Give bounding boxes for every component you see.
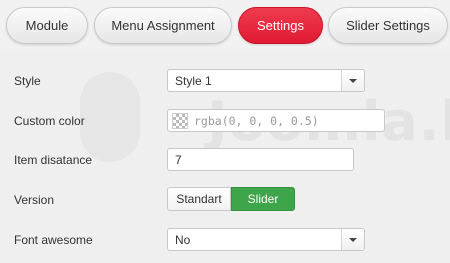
version-label: Version — [14, 193, 55, 207]
tab-module[interactable]: Module — [6, 7, 88, 44]
custom-color-field[interactable]: rgba(0, 0, 0, 0.5) — [167, 109, 385, 132]
tab-menu-assignment[interactable]: Menu Assignment — [94, 7, 232, 44]
font-awesome-select-value: No — [175, 232, 191, 247]
item-distance-label: Item disatance — [14, 153, 93, 167]
chevron-down-icon[interactable] — [341, 70, 364, 91]
chevron-down-icon[interactable] — [341, 229, 364, 250]
custom-color-label: Custom color — [14, 114, 85, 128]
tab-bar: Module Menu Assignment Settings Slider S… — [0, 0, 450, 52]
version-slider-button[interactable]: Slider — [231, 187, 295, 211]
tab-settings[interactable]: Settings — [238, 7, 323, 44]
style-select-value: Style 1 — [175, 73, 212, 88]
style-select[interactable]: Style 1 — [167, 69, 365, 92]
joomla-logo-watermark — [80, 72, 140, 162]
tab-slider-settings[interactable]: Slider Settings — [328, 7, 448, 44]
settings-panel: Joomla.b Style Style 1 Custom color rgba… — [0, 52, 450, 263]
item-distance-input[interactable]: 7 — [167, 148, 354, 171]
color-swatch-icon[interactable] — [172, 112, 188, 129]
font-awesome-label: Font awesome — [14, 233, 93, 247]
style-label: Style — [14, 74, 41, 88]
version-standart-button[interactable]: Standart — [167, 187, 231, 211]
font-awesome-select[interactable]: No — [167, 228, 365, 251]
custom-color-value: rgba(0, 0, 0, 0.5) — [194, 113, 319, 128]
